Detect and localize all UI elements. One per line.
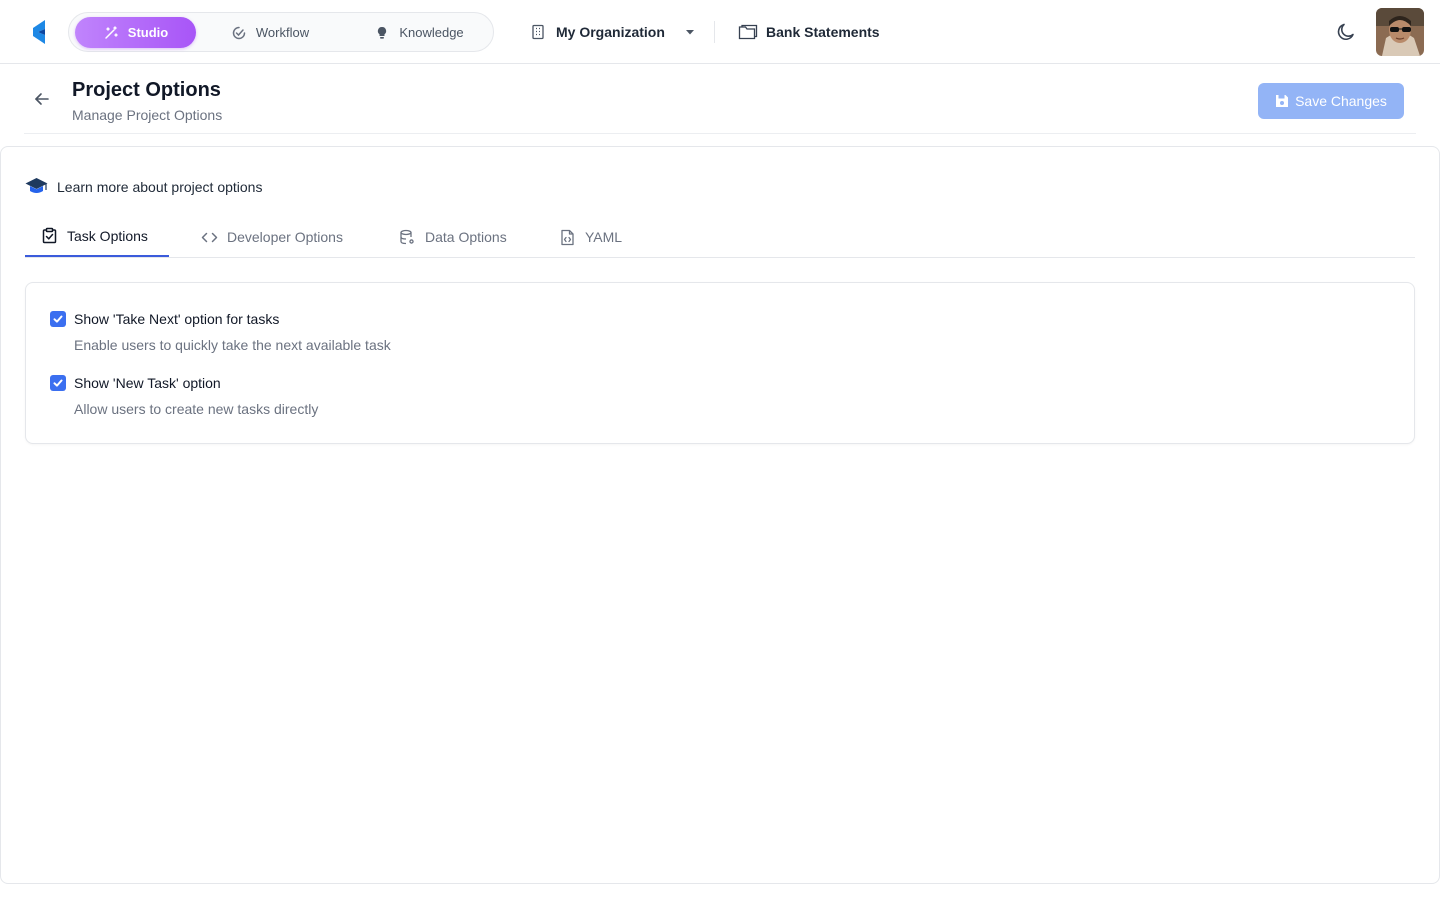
new-task-label[interactable]: Show 'New Task' option — [74, 375, 221, 391]
tab-data-options[interactable]: Data Options — [399, 216, 507, 258]
learn-more-link[interactable]: Learn more about project options — [25, 177, 262, 197]
take-next-label[interactable]: Show 'Take Next' option for tasks — [74, 311, 279, 327]
graduation-cap-icon — [25, 178, 48, 193]
database-gear-icon — [400, 229, 414, 244]
back-arrow-icon[interactable] — [32, 89, 52, 109]
nav-divider — [714, 21, 715, 43]
mode-studio-button[interactable]: Studio — [75, 17, 196, 48]
organization-selector[interactable]: My Organization — [530, 20, 695, 44]
top-navigation-bar: Studio Workflow Knowledge My Organizatio… — [0, 0, 1440, 64]
app-logo-icon[interactable] — [33, 20, 47, 44]
save-changes-label: Save Changes — [1295, 93, 1387, 109]
clipboard-check-icon — [42, 227, 57, 244]
mode-studio-label: Studio — [127, 25, 169, 40]
tab-data-options-label: Data Options — [425, 229, 507, 245]
magic-wand-icon — [105, 25, 118, 39]
take-next-description: Enable users to quickly take the next av… — [74, 337, 391, 353]
mode-workflow-label: Workflow — [255, 25, 310, 40]
tab-yaml[interactable]: YAML — [559, 216, 622, 258]
mode-knowledge-button[interactable]: Knowledge — [359, 17, 479, 48]
tab-developer-options-label: Developer Options — [227, 229, 343, 245]
check-progress-icon — [232, 26, 246, 39]
task-options-panel — [25, 282, 1415, 444]
tab-developer-options[interactable]: Developer Options — [201, 216, 343, 258]
project-name: Bank Statements — [766, 24, 880, 40]
user-photo — [1376, 8, 1424, 56]
floppy-disk-icon — [1276, 95, 1289, 107]
folder-icon — [738, 24, 758, 40]
project-selector[interactable]: Bank Statements — [738, 20, 880, 44]
save-changes-button[interactable]: Save Changes — [1258, 83, 1404, 119]
new-task-description: Allow users to create new tasks directly — [74, 401, 319, 417]
tab-task-options-label: Task Options — [67, 227, 148, 244]
organization-name: My Organization — [556, 24, 665, 40]
take-next-checkbox[interactable] — [50, 311, 66, 327]
mode-workflow-button[interactable]: Workflow — [215, 17, 325, 48]
checkmark-icon — [53, 315, 63, 323]
page-subtitle: Manage Project Options — [72, 107, 223, 123]
learn-more-label: Learn more about project options — [57, 179, 263, 195]
new-task-checkbox[interactable] — [50, 375, 66, 391]
caret-down-icon — [685, 30, 694, 35]
file-code-icon — [561, 229, 574, 245]
building-icon — [532, 24, 544, 40]
lightbulb-icon — [378, 26, 387, 39]
header-divider — [24, 133, 1416, 134]
moon-icon[interactable] — [1335, 21, 1357, 43]
code-icon — [201, 232, 218, 242]
tab-yaml-label: YAML — [585, 229, 623, 245]
tab-task-options[interactable]: Task Options — [25, 216, 169, 257]
options-tabs: Task Options Developer Options Data Opti… — [25, 216, 1415, 258]
user-avatar[interactable] — [1376, 8, 1424, 56]
mode-switcher: Studio Workflow Knowledge — [68, 12, 494, 52]
checkmark-icon — [53, 379, 63, 387]
page-title: Project Options — [72, 79, 221, 101]
mode-knowledge-label: Knowledge — [399, 25, 464, 40]
